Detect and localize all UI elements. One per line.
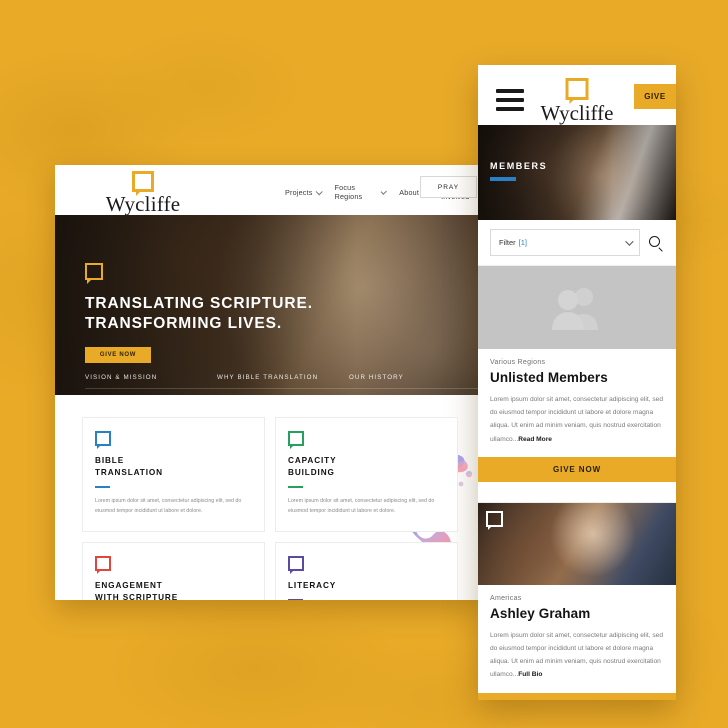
hero-links-divider: [85, 388, 485, 389]
card-engagement-with-scripture[interactable]: ENGAGEMENT WITH SCRIPTURE Lorem ipsum do…: [82, 541, 265, 600]
wycliffe-speech-bubble-icon: [565, 78, 589, 104]
hamburger-bar: [496, 89, 524, 93]
desktop-hero: TRANSLATING SCRIPTURE. TRANSFORMING LIVE…: [55, 215, 485, 395]
card-bible-translation[interactable]: BIBLE TRANSLATION Lorem ipsum dolor sit …: [82, 417, 265, 532]
people-placeholder-icon: [552, 287, 598, 330]
hero-link-our-history[interactable]: OUR HISTORY: [349, 374, 481, 381]
give-now-button[interactable]: GIVE NOW: [478, 456, 676, 482]
desktop-focus-cards: BIBLE TRANSLATION Lorem ipsum dolor sit …: [55, 395, 485, 600]
member-description: Lorem ipsum dolor sit amet, consectetur …: [490, 629, 664, 682]
hero-link-why-bible-translation[interactable]: WHY BIBLE TRANSLATION: [217, 374, 349, 381]
card-accent-rule: [288, 485, 303, 489]
card-title: BIBLE TRANSLATION: [95, 456, 163, 477]
wycliffe-speech-bubble-icon: [132, 171, 154, 196]
read-more-link[interactable]: Read More: [518, 436, 552, 443]
member-card-ashley-graham: Americas Ashley Graham Lorem ipsum dolor…: [478, 502, 676, 700]
desktop-logo[interactable]: Wycliffe: [88, 171, 198, 215]
member-description: Lorem ipsum dolor sit amet, consectetur …: [490, 393, 664, 446]
hero-speech-bubble-icon: [85, 263, 103, 284]
pray-button[interactable]: PRAY: [420, 176, 477, 198]
card-title: LITERACY: [288, 580, 337, 590]
mobile-title-accent-rule: [490, 177, 516, 181]
hero-give-now-button[interactable]: GIVE NOW: [85, 346, 151, 363]
hamburger-bar: [496, 107, 524, 111]
speech-bubble-icon: [95, 431, 111, 449]
member-name: Unlisted Members: [490, 370, 608, 385]
member-thumbnail-photo: [478, 502, 676, 585]
member-name: Ashley Graham: [490, 605, 591, 621]
card-accent-rule: [288, 598, 303, 600]
member-cta-wrapper: GIVE NOW: [478, 692, 676, 700]
mobile-give-button[interactable]: GIVE: [634, 84, 676, 109]
card-title: ENGAGEMENT WITH SCRIPTURE: [95, 580, 179, 600]
nav-item-focus-regions[interactable]: Focus Regions: [334, 183, 388, 201]
member-cta-wrapper: GIVE NOW: [478, 456, 676, 494]
desktop-hero-content: TRANSLATING SCRIPTURE. TRANSFORMING LIVE…: [85, 263, 313, 363]
hamburger-bar: [496, 98, 524, 102]
member-badge-speech-bubble-icon: [486, 510, 503, 530]
chevron-down-icon: [380, 187, 388, 195]
speech-bubble-icon: [95, 555, 111, 574]
nav-item-projects[interactable]: Projects: [285, 187, 323, 197]
hero-headline-line2: TRANSFORMING LIVES.: [85, 314, 283, 332]
nav-label: About: [399, 187, 420, 197]
hamburger-menu-icon[interactable]: [496, 89, 524, 111]
card-body: Lorem ipsum dolor sit amet, consectetur …: [95, 498, 242, 514]
card-title: CAPACITY BUILDING: [288, 456, 337, 477]
search-icon-ring: [649, 235, 660, 247]
speech-bubble-icon: [288, 555, 304, 574]
desktop-site-mockup: Wycliffe Projects Focus Regions About Ge…: [55, 165, 485, 600]
card-capacity-building[interactable]: CAPACITY BUILDING Lorem ipsum dolor sit …: [275, 417, 458, 532]
member-region: Various Regions: [490, 359, 546, 366]
search-icon-handle: [658, 247, 663, 253]
filter-label: Filter: [499, 238, 516, 247]
card-body: Lorem ipsum dolor sit amet, consectetur …: [288, 498, 435, 514]
mobile-header: Wycliffe GIVE: [478, 65, 676, 125]
desktop-header: Wycliffe Projects Focus Regions About Ge…: [55, 165, 485, 215]
hero-link-vision-mission[interactable]: VISION & MISSION: [85, 374, 217, 381]
member-card-body: Americas Ashley Graham Lorem ipsum dolor…: [478, 585, 676, 682]
member-card-body: Various Regions Unlisted Members Lorem i…: [478, 349, 676, 446]
mobile-wordmark: Wycliffe: [540, 101, 614, 125]
mobile-page-title: MEMBERS: [490, 161, 548, 171]
mobile-filter-bar: Filter [1]: [478, 220, 676, 266]
search-icon[interactable]: [648, 235, 664, 253]
member-description-text: Lorem ipsum dolor sit amet, consectetur …: [490, 396, 663, 443]
card-literacy[interactable]: LITERACY Lorem ipsum dolor sit amet, con…: [275, 541, 458, 600]
nav-label: Projects: [285, 187, 313, 197]
card-accent-rule: [95, 485, 110, 489]
mobile-site-mockup: Wycliffe GIVE MEMBERS Filter [1] Various…: [478, 65, 676, 700]
chevron-down-icon: [625, 236, 634, 246]
filter-count-badge: [1]: [518, 238, 528, 247]
hero-headline: TRANSLATING SCRIPTURE. TRANSFORMING LIVE…: [85, 294, 313, 334]
hero-link-our-truncated[interactable]: OUR: [481, 374, 485, 381]
hero-headline-line1: TRANSLATING SCRIPTURE.: [85, 295, 313, 312]
hero-quick-links: VISION & MISSION WHY BIBLE TRANSLATION O…: [55, 374, 485, 381]
full-bio-link[interactable]: Full Bio: [518, 671, 542, 678]
nav-label: Focus Regions: [334, 183, 363, 201]
mobile-logo[interactable]: Wycliffe: [540, 78, 614, 125]
filter-select[interactable]: Filter [1]: [490, 229, 640, 256]
mobile-hero: MEMBERS: [478, 125, 676, 220]
chevron-down-icon: [315, 187, 323, 195]
member-card-unlisted-members: Various Regions Unlisted Members Lorem i…: [478, 266, 676, 494]
desktop-wordmark: Wycliffe: [105, 192, 181, 216]
speech-bubble-icon: [288, 431, 304, 449]
give-now-button[interactable]: GIVE NOW: [478, 692, 676, 700]
member-description-text: Lorem ipsum dolor sit amet, consectetur …: [490, 631, 663, 679]
member-region: Americas: [490, 594, 522, 602]
member-thumbnail-placeholder: [478, 266, 676, 349]
